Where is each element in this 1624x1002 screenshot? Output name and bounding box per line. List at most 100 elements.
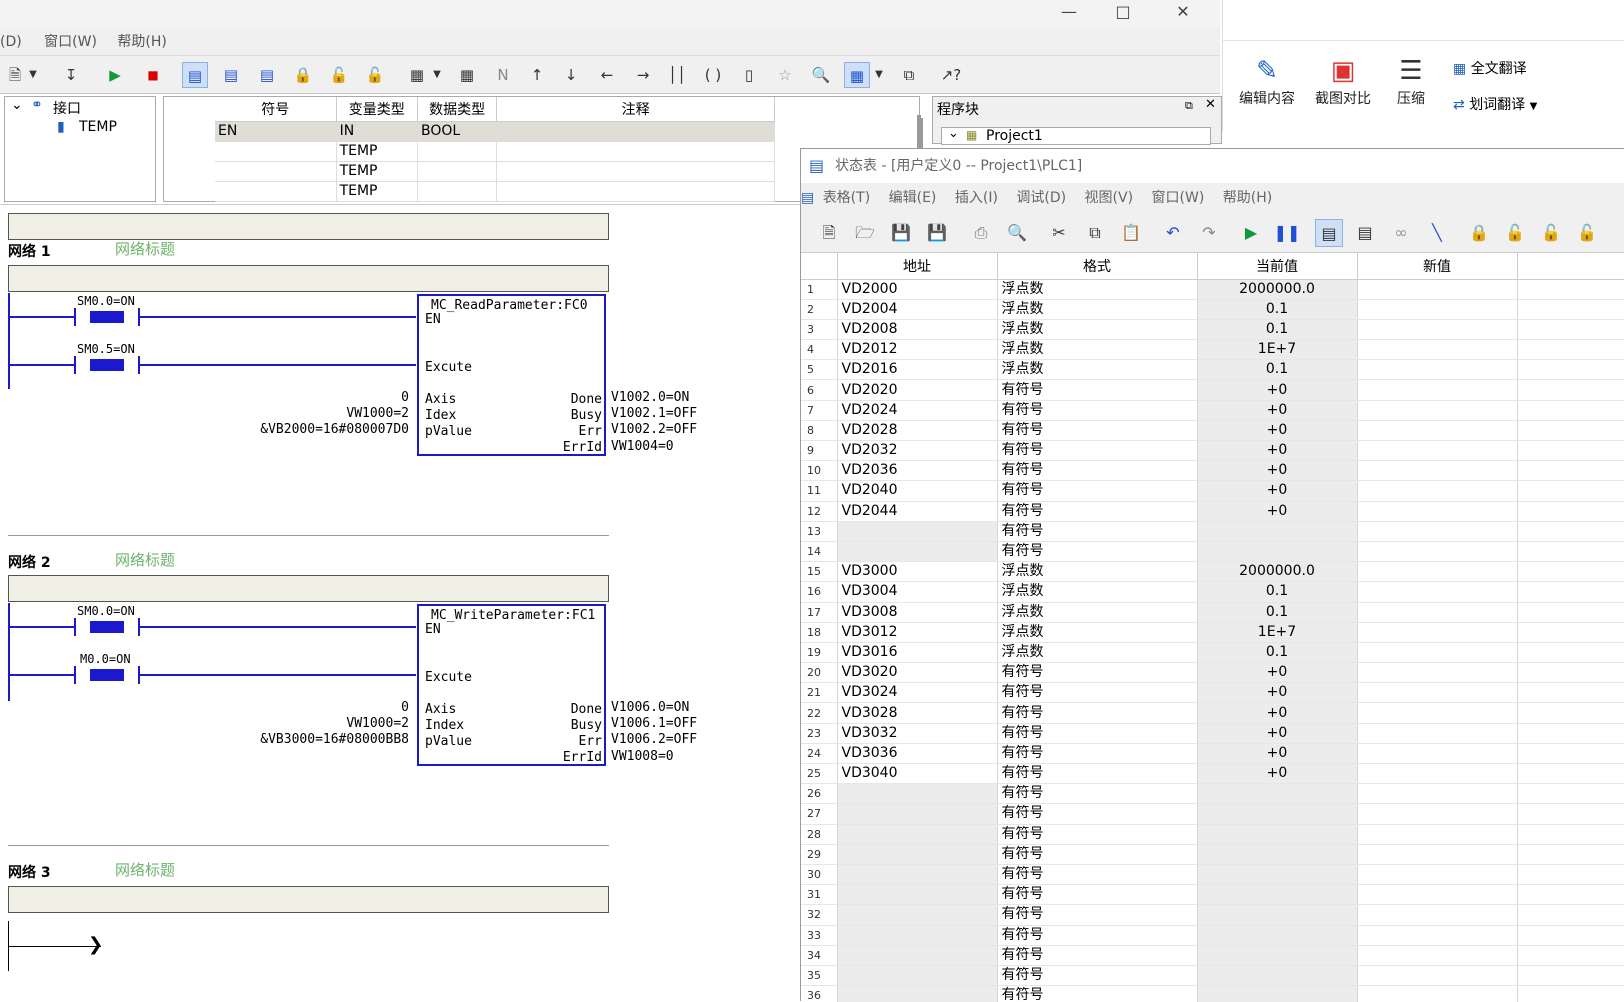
column-header-symbol[interactable]: 符号 bbox=[215, 97, 337, 122]
output-value[interactable]: V1002.0=ON bbox=[611, 390, 689, 405]
new-value-cell[interactable] bbox=[1357, 884, 1518, 906]
network-2-comment-box[interactable] bbox=[8, 575, 609, 602]
new-value-cell[interactable] bbox=[1357, 581, 1518, 603]
unlock-icon[interactable]: 🔓 bbox=[1501, 219, 1529, 247]
table-row[interactable]: 8 VD2028 有符号 +0 bbox=[801, 420, 1624, 442]
restore-icon[interactable]: ⧉ bbox=[1185, 99, 1193, 113]
lock-icon[interactable]: 🔒 bbox=[290, 62, 316, 88]
table-row[interactable]: 14 有符号 bbox=[801, 541, 1624, 563]
format-cell[interactable]: 浮点数 bbox=[997, 561, 1198, 583]
dropdown-arrow-icon[interactable]: ▼ bbox=[872, 62, 886, 88]
table-row[interactable]: 28 有符号 bbox=[801, 824, 1624, 845]
network-3-comment-box[interactable] bbox=[8, 886, 609, 913]
window-icon[interactable]: ⧉ bbox=[896, 62, 922, 88]
address-cell[interactable] bbox=[837, 884, 998, 906]
table-row[interactable]: 25 VD3040 有符号 +0 bbox=[801, 763, 1624, 785]
new-value-cell[interactable] bbox=[1357, 824, 1518, 845]
contact-icon[interactable]: ││ bbox=[664, 62, 690, 88]
output-value[interactable]: V1006.2=OFF bbox=[611, 732, 697, 747]
edit-content-button[interactable]: ✎ 编辑内容 bbox=[1231, 54, 1303, 108]
format-cell[interactable]: 有符号 bbox=[997, 763, 1198, 785]
address-cell[interactable] bbox=[837, 803, 998, 825]
maximize-icon[interactable]: □ bbox=[1100, 0, 1146, 28]
format-cell[interactable]: 浮点数 bbox=[997, 642, 1198, 664]
current-value-cell[interactable] bbox=[1197, 904, 1358, 926]
menu-window[interactable]: 窗口(W) bbox=[1152, 190, 1205, 206]
new-value-cell[interactable] bbox=[1357, 460, 1518, 482]
current-value-cell[interactable] bbox=[1197, 925, 1358, 946]
format-cell[interactable]: 有符号 bbox=[997, 844, 1198, 865]
symbol-cell[interactable] bbox=[215, 161, 337, 182]
current-value-cell[interactable]: +0 bbox=[1197, 420, 1358, 442]
address-cell[interactable]: VD2032 bbox=[837, 440, 998, 462]
comment-cell[interactable] bbox=[496, 121, 775, 142]
address-cell[interactable]: VD2040 bbox=[837, 480, 998, 502]
table-row[interactable]: 2 VD2004 浮点数 0.1 bbox=[801, 299, 1624, 320]
new-value-cell[interactable] bbox=[1357, 521, 1518, 542]
menu-table[interactable]: 表格(T) bbox=[823, 190, 870, 206]
new-value-cell[interactable] bbox=[1357, 480, 1518, 502]
symbol-cell[interactable]: EN bbox=[215, 121, 337, 142]
input-value[interactable]: VW1000=2 bbox=[346, 406, 409, 421]
format-cell[interactable]: 有符号 bbox=[997, 440, 1198, 462]
current-value-cell[interactable]: +0 bbox=[1197, 662, 1358, 684]
current-value-cell[interactable]: 0.1 bbox=[1197, 319, 1358, 341]
address-cell[interactable]: VD3000 bbox=[837, 561, 998, 583]
current-value-cell[interactable]: +0 bbox=[1197, 460, 1358, 482]
download-icon[interactable]: ↧ bbox=[58, 62, 84, 88]
redo-icon[interactable]: ↷ bbox=[1195, 219, 1223, 247]
table-row[interactable]: 23 VD3032 有符号 +0 bbox=[801, 723, 1624, 744]
address-cell[interactable]: VD3032 bbox=[837, 723, 998, 744]
tree-expand-icon[interactable]: ⌄ bbox=[11, 97, 23, 113]
data-type-cell[interactable] bbox=[417, 181, 498, 202]
network-2-label[interactable]: 网络 2 bbox=[8, 552, 51, 572]
new-value-cell[interactable] bbox=[1357, 339, 1518, 361]
input-value[interactable]: &VB2000=16#080007D0 bbox=[260, 422, 409, 437]
var-type-cell[interactable]: TEMP bbox=[336, 141, 418, 162]
format-cell[interactable]: 有符号 bbox=[997, 379, 1198, 401]
format-cell[interactable]: 有符号 bbox=[997, 501, 1198, 522]
table-row[interactable]: 33 有符号 bbox=[801, 925, 1624, 946]
table-row[interactable]: 22 VD3028 有符号 +0 bbox=[801, 702, 1624, 724]
column-header-address[interactable]: 地址 bbox=[837, 253, 998, 280]
address-cell[interactable]: VD3016 bbox=[837, 642, 998, 664]
toggle-bookmark-icon[interactable]: N bbox=[490, 62, 516, 88]
trend-view-icon[interactable]: ▤ bbox=[254, 62, 280, 88]
close-icon[interactable]: ✕ bbox=[1205, 97, 1216, 112]
stop-icon[interactable]: ■ bbox=[140, 62, 166, 88]
address-cell[interactable]: VD3008 bbox=[837, 602, 998, 623]
format-cell[interactable]: 有符号 bbox=[997, 723, 1198, 744]
unforce-icon[interactable]: 🔓 bbox=[1573, 219, 1601, 247]
delete-network-icon[interactable]: ▦ bbox=[454, 62, 480, 88]
var-type-cell[interactable]: TEMP bbox=[336, 161, 418, 182]
word-translate-button[interactable]: ⇄ 划词翻译 ▼ bbox=[1453, 94, 1537, 114]
new-value-cell[interactable] bbox=[1357, 602, 1518, 623]
address-cell[interactable]: VD2012 bbox=[837, 339, 998, 361]
star-icon[interactable]: ☆ bbox=[772, 62, 798, 88]
format-cell[interactable]: 有符号 bbox=[997, 420, 1198, 442]
line-left-icon[interactable]: ← bbox=[594, 62, 620, 88]
current-value-cell[interactable]: 2000000.0 bbox=[1197, 279, 1358, 300]
menu-help[interactable]: 帮助(H) bbox=[1223, 190, 1272, 206]
address-cell[interactable]: VD2036 bbox=[837, 460, 998, 482]
output-value[interactable]: VW1008=0 bbox=[611, 749, 674, 764]
new-value-cell[interactable] bbox=[1357, 319, 1518, 341]
format-cell[interactable]: 有符号 bbox=[997, 864, 1198, 886]
format-cell[interactable]: 浮点数 bbox=[997, 359, 1198, 381]
address-cell[interactable] bbox=[837, 824, 998, 845]
input-value[interactable]: 0 bbox=[401, 390, 409, 405]
input-value[interactable]: &VB3000=16#08000BB8 bbox=[260, 732, 409, 747]
table-row[interactable]: 19 VD3016 浮点数 0.1 bbox=[801, 642, 1624, 664]
current-value-cell[interactable]: 2000000.0 bbox=[1197, 561, 1358, 583]
table-row[interactable]: 1 VD2000 浮点数 2000000.0 bbox=[801, 279, 1624, 300]
current-value-cell[interactable]: +0 bbox=[1197, 763, 1358, 785]
current-value-cell[interactable] bbox=[1197, 864, 1358, 886]
format-cell[interactable]: 有符号 bbox=[997, 743, 1198, 765]
box-icon[interactable]: ▯ bbox=[736, 62, 762, 88]
address-cell[interactable] bbox=[837, 965, 998, 987]
menu-debug[interactable]: 调试(D) bbox=[1016, 190, 1066, 206]
insert-network-icon[interactable]: ▦ bbox=[404, 62, 430, 88]
output-value[interactable]: V1006.0=ON bbox=[611, 700, 689, 715]
project-name[interactable]: Project1 bbox=[986, 128, 1043, 144]
new-value-cell[interactable] bbox=[1357, 501, 1518, 522]
